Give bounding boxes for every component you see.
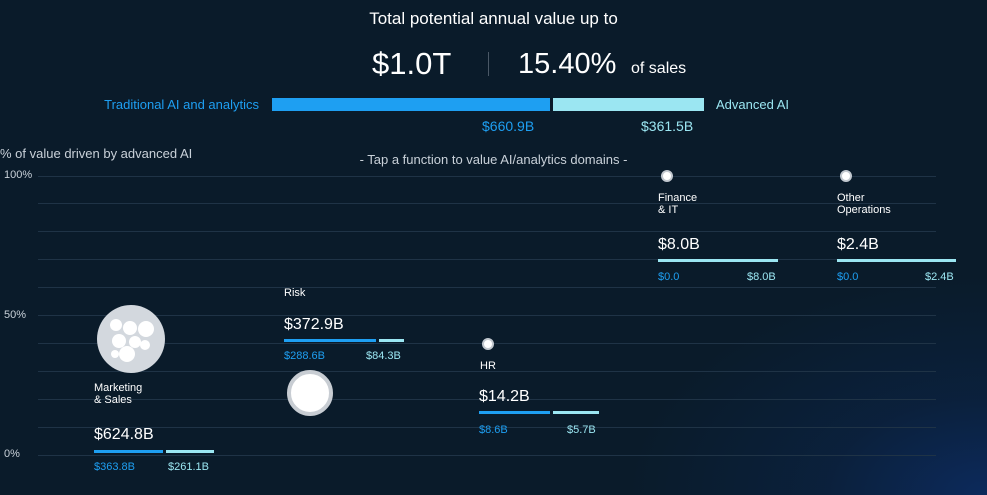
- function-label: Other Operations: [837, 192, 891, 216]
- function-bar-advanced: [166, 450, 214, 453]
- circle-dot-icon: [482, 338, 494, 350]
- function-value-advanced: $261.1B: [168, 461, 209, 473]
- function-label: Marketing & Sales: [94, 382, 143, 406]
- function-value-traditional: $0.0: [658, 271, 680, 283]
- circle-dot-icon: [840, 170, 852, 182]
- function-value-traditional: $288.6B: [284, 350, 325, 362]
- circle-dot-icon: [661, 170, 673, 182]
- function-total: $372.9B: [284, 316, 344, 333]
- function-total: $624.8B: [94, 426, 154, 443]
- function-value-traditional: $8.6B: [479, 424, 508, 436]
- gridline: [38, 455, 936, 456]
- total-value: $1.0T: [372, 46, 452, 81]
- summary-value-advanced: $361.5B: [641, 118, 694, 134]
- function-value-advanced: $2.4B: [925, 271, 954, 283]
- function-total: $8.0B: [658, 236, 700, 253]
- summary-value-traditional: $660.9B: [482, 118, 535, 134]
- function-total: $14.2B: [479, 388, 530, 405]
- function-total: $2.4B: [837, 236, 879, 253]
- function-value-advanced: $84.3B: [366, 350, 401, 362]
- y-tick-label: 100%: [4, 169, 33, 181]
- function-value-traditional: $0.0: [837, 271, 859, 283]
- function-label: Finance & IT: [658, 192, 698, 216]
- function-bar-traditional: [284, 339, 376, 342]
- function-label: Risk: [284, 287, 306, 299]
- gridline: [38, 176, 936, 177]
- hint-text: - Tap a function to value AI/analytics d…: [359, 152, 628, 167]
- function-value-traditional: $363.8B: [94, 461, 135, 473]
- summary-bar-advanced: [553, 98, 704, 111]
- function-bar-traditional: [94, 450, 163, 453]
- y-tick-label: 0%: [4, 448, 20, 460]
- gridline: [38, 315, 936, 316]
- y-tick-label: 50%: [4, 309, 27, 321]
- function-bar-advanced: [658, 259, 778, 262]
- function-label: HR: [480, 360, 496, 372]
- function-bar-advanced: [553, 411, 599, 414]
- gridline: [38, 231, 936, 232]
- legend-traditional: Traditional AI and analytics: [104, 97, 259, 112]
- gridline: [38, 287, 936, 288]
- ring-icon: [287, 370, 333, 416]
- legend-advanced: Advanced AI: [716, 97, 789, 112]
- header-title: Total potential annual value up to: [369, 9, 618, 28]
- function-bar-advanced: [837, 259, 956, 262]
- header-divider: [488, 52, 489, 76]
- function-bar-traditional: [479, 411, 550, 414]
- percent-of-sales-suffix: of sales: [631, 60, 687, 77]
- bubble-cluster-icon: [97, 305, 165, 373]
- function-bar-advanced: [379, 339, 404, 342]
- gridline: [38, 259, 936, 260]
- summary-bar-traditional: [272, 98, 550, 111]
- percent-of-sales-value: 15.40%: [518, 48, 617, 80]
- gridline: [38, 203, 936, 204]
- function-value-advanced: $5.7B: [567, 424, 596, 436]
- function-value-advanced: $8.0B: [747, 271, 776, 283]
